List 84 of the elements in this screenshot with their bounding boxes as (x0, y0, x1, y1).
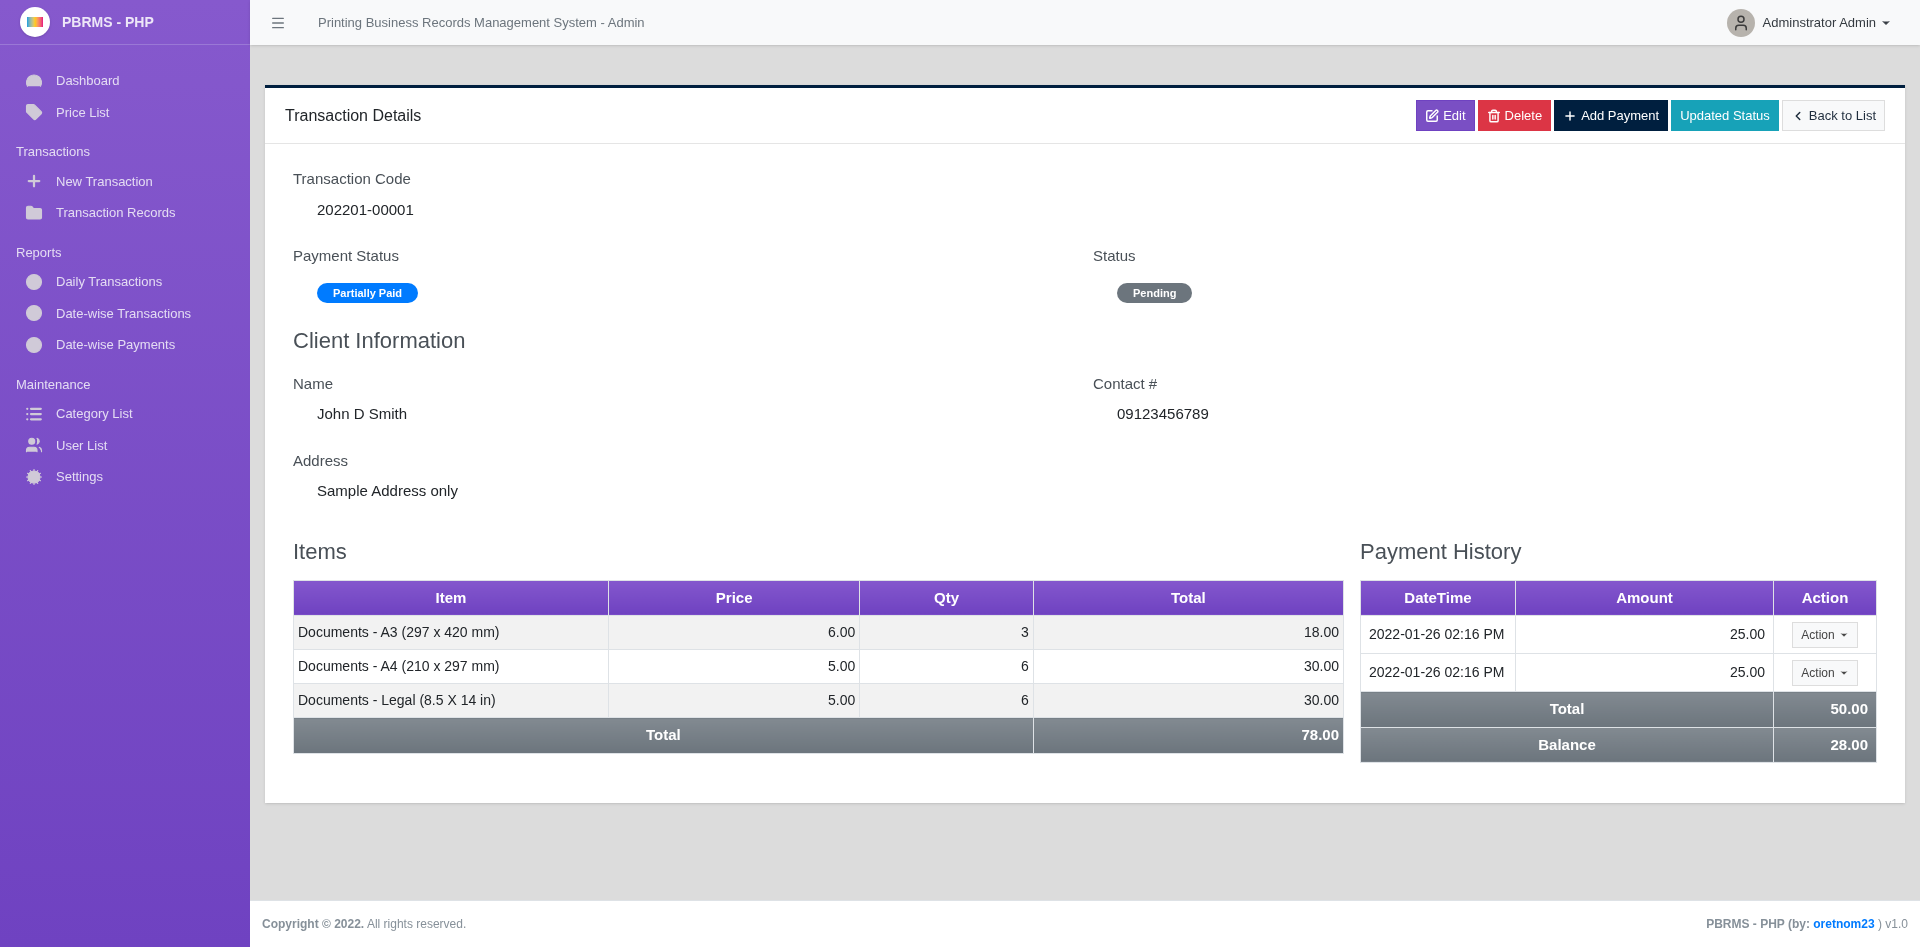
user-menu[interactable]: Adminstrator Admin (1762, 12, 1892, 33)
nav-link[interactable]: Date-wise Transactions (16, 297, 234, 329)
table-cell: 25.00 (1515, 615, 1774, 654)
column-header: Price (608, 580, 860, 616)
nav-link[interactable]: Category List (16, 398, 234, 430)
section-heading: Client Information (293, 326, 467, 355)
table-cell: Documents - Legal (8.5 X 14 in) (293, 683, 609, 718)
circle-icon (25, 335, 43, 354)
column-header: Qty (859, 580, 1034, 616)
field-value: Sample Address only (316, 481, 459, 501)
version-text: ) v1.0 (1876, 916, 1908, 933)
column-header: Item (293, 580, 609, 616)
table-cell: 3 (859, 615, 1034, 650)
field-value: John D Smith (316, 404, 409, 424)
nav-section-header: Reports (16, 243, 63, 262)
table-cell: 6 (859, 649, 1034, 684)
folder-icon (25, 203, 43, 222)
status-badge: Partially Paid (317, 282, 419, 303)
circle-icon (25, 304, 43, 323)
field-label: Contact # (1093, 373, 1159, 394)
nav-section-header: Transactions (16, 143, 91, 161)
brand-name: PBRMS - PHP (62, 12, 154, 32)
field-value: 09123456789 (1116, 404, 1210, 424)
system-title: Printing Business Records Management System - Admin (318, 13, 645, 32)
section-heading: Items (293, 537, 348, 566)
tag-icon (25, 103, 43, 122)
trash-icon (1486, 108, 1501, 123)
column-header: Action (1773, 580, 1877, 616)
table-cell: 5.00 (608, 649, 860, 684)
table-cell: 6 (859, 683, 1034, 718)
field-label: Address (293, 450, 350, 471)
action-dropdown[interactable]: Action (1792, 659, 1858, 686)
users-icon (25, 436, 43, 455)
table-cell: 18.00 (1033, 615, 1344, 650)
column-header: Total (1033, 580, 1344, 616)
table-cell: 30.00 (1033, 683, 1344, 718)
copyright-text: Copyright © 2022. All rights reserved. (262, 916, 467, 933)
nav-link[interactable]: Price List (16, 96, 234, 128)
action-dropdown[interactable]: Action (1792, 621, 1858, 648)
table-cell: 25.00 (1515, 653, 1774, 692)
table-cell: 30.00 (1033, 649, 1344, 684)
toolbar-button[interactable]: Updated Status (1671, 100, 1779, 131)
field-label: Name (293, 373, 334, 394)
nav-section-header: Maintenance (16, 375, 92, 394)
field-label: Transaction Code (293, 169, 412, 189)
status-badge: Pending (1117, 282, 1193, 303)
column-header: DateTime (1360, 580, 1516, 616)
edit-icon (1425, 108, 1440, 123)
total-value: 78.00 (1033, 717, 1344, 753)
nav-link[interactable]: Daily Transactions (16, 266, 234, 298)
card-title: Transaction Details (285, 106, 422, 126)
field-value: 202201-00001 (316, 199, 415, 220)
nav-link[interactable]: Dashboard (16, 65, 234, 97)
field-label: Status (1093, 246, 1137, 266)
table-cell: 5.00 (608, 683, 860, 718)
table-cell: 6.00 (608, 615, 860, 650)
toolbar-button[interactable]: Add Payment (1554, 100, 1669, 131)
toolbar-button[interactable]: Delete (1477, 100, 1552, 131)
nav-link[interactable]: User List (16, 429, 234, 461)
field-label: Payment Status (293, 246, 400, 266)
summary-value: 28.00 (1773, 727, 1877, 763)
nav-link[interactable]: Settings (16, 461, 234, 493)
nav-link[interactable]: New Transaction (16, 165, 234, 197)
summary-value: 50.00 (1773, 691, 1877, 727)
table-cell: 2022-01-26 02:16 PM (1360, 653, 1516, 692)
plus-icon (1563, 108, 1578, 123)
summary-label: Balance (1360, 727, 1774, 763)
table-cell: Documents - A4 (210 x 297 mm) (293, 649, 609, 684)
toolbar-button[interactable]: Back to List (1781, 100, 1885, 131)
credit-text: PBRMS - PHP (by: (1706, 916, 1811, 933)
toolbar-button[interactable]: Edit (1416, 100, 1475, 131)
nav-link[interactable]: Date-wise Payments (16, 329, 234, 361)
summary-label: Total (1360, 691, 1774, 727)
circle-icon (25, 272, 43, 291)
nav-link[interactable]: Transaction Records (16, 197, 234, 229)
table-cell: Documents - A3 (297 x 420 mm) (293, 615, 609, 650)
author-link[interactable]: oretnom23 (1813, 915, 1875, 933)
gears-icon (25, 467, 43, 486)
section-heading: Payment History (1360, 537, 1523, 566)
table-cell: 2022-01-26 02:16 PM (1360, 615, 1516, 654)
logo-icon (20, 7, 50, 37)
avatar-icon (1726, 8, 1755, 37)
column-header: Amount (1515, 580, 1774, 616)
total-label: Total (293, 717, 1034, 753)
